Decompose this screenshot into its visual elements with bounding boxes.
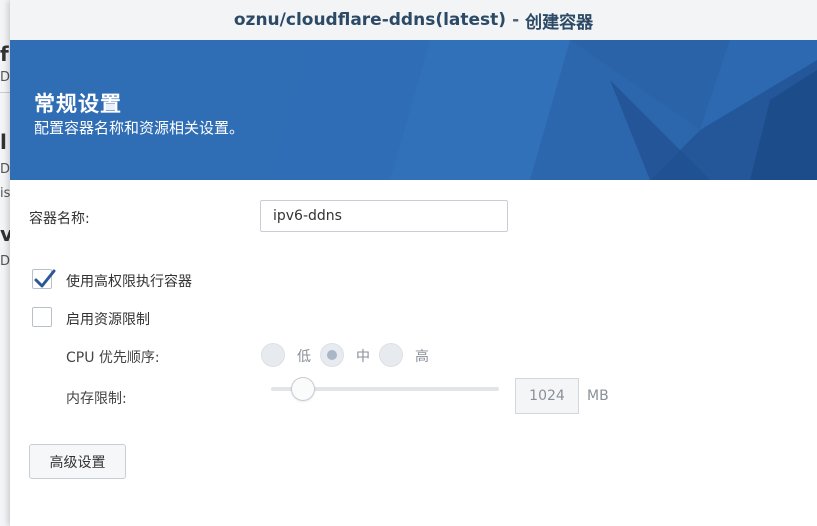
cpu-priority-medium-radio[interactable] (320, 343, 344, 367)
memory-limit-input[interactable] (515, 378, 579, 414)
container-name-label: 容器名称: (29, 211, 90, 227)
bg-divider (0, 92, 10, 93)
memory-unit-label: MB (587, 388, 609, 404)
bg-fragment: D (0, 162, 11, 177)
memory-slider-thumb[interactable] (291, 377, 316, 401)
bg-fragment: l (0, 130, 7, 154)
cpu-priority-low-label: 低 (297, 349, 311, 365)
resource-limit-label: 启用资源限制 (66, 312, 150, 328)
header-banner: 常规设置 配置容器名称和资源相关设置。 (10, 40, 817, 180)
cpu-priority-low-radio[interactable] (261, 343, 285, 367)
privileged-label: 使用高权限执行容器 (66, 274, 192, 290)
bg-fragment: f (0, 42, 9, 66)
cpu-priority-high-label: 高 (415, 349, 429, 365)
cpu-priority-label: CPU 优先顺序: (66, 350, 160, 366)
bg-fragment: D (0, 254, 11, 269)
memory-limit-label: 内存限制: (66, 391, 127, 407)
cpu-priority-medium-label: 中 (356, 349, 370, 365)
advanced-settings-button[interactable]: 高级设置 (29, 444, 126, 479)
check-icon (34, 269, 56, 288)
dialog-title-action: 创建容器 (525, 12, 594, 33)
bg-fragment: is (0, 186, 11, 201)
create-container-dialog: oznu/cloudflare-ddns(latest) - 创建容器 常规设置… (10, 0, 817, 526)
dialog-title-image: oznu/cloudflare-ddns(latest) (233, 10, 507, 30)
banner-polygon-pattern (10, 40, 817, 180)
container-name-input[interactable] (260, 200, 508, 232)
resource-limit-checkbox[interactable] (32, 307, 52, 327)
banner-title: 常规设置 (34, 92, 122, 116)
dialog-title-separator: - (512, 10, 520, 30)
bg-fragment: D (0, 70, 11, 85)
cpu-priority-high-radio[interactable] (379, 343, 403, 367)
privileged-checkbox[interactable] (32, 269, 56, 289)
dialog-titlebar[interactable]: oznu/cloudflare-ddns(latest) - 创建容器 (10, 0, 817, 41)
banner-subtitle: 配置容器名称和资源相关设置。 (34, 119, 245, 137)
